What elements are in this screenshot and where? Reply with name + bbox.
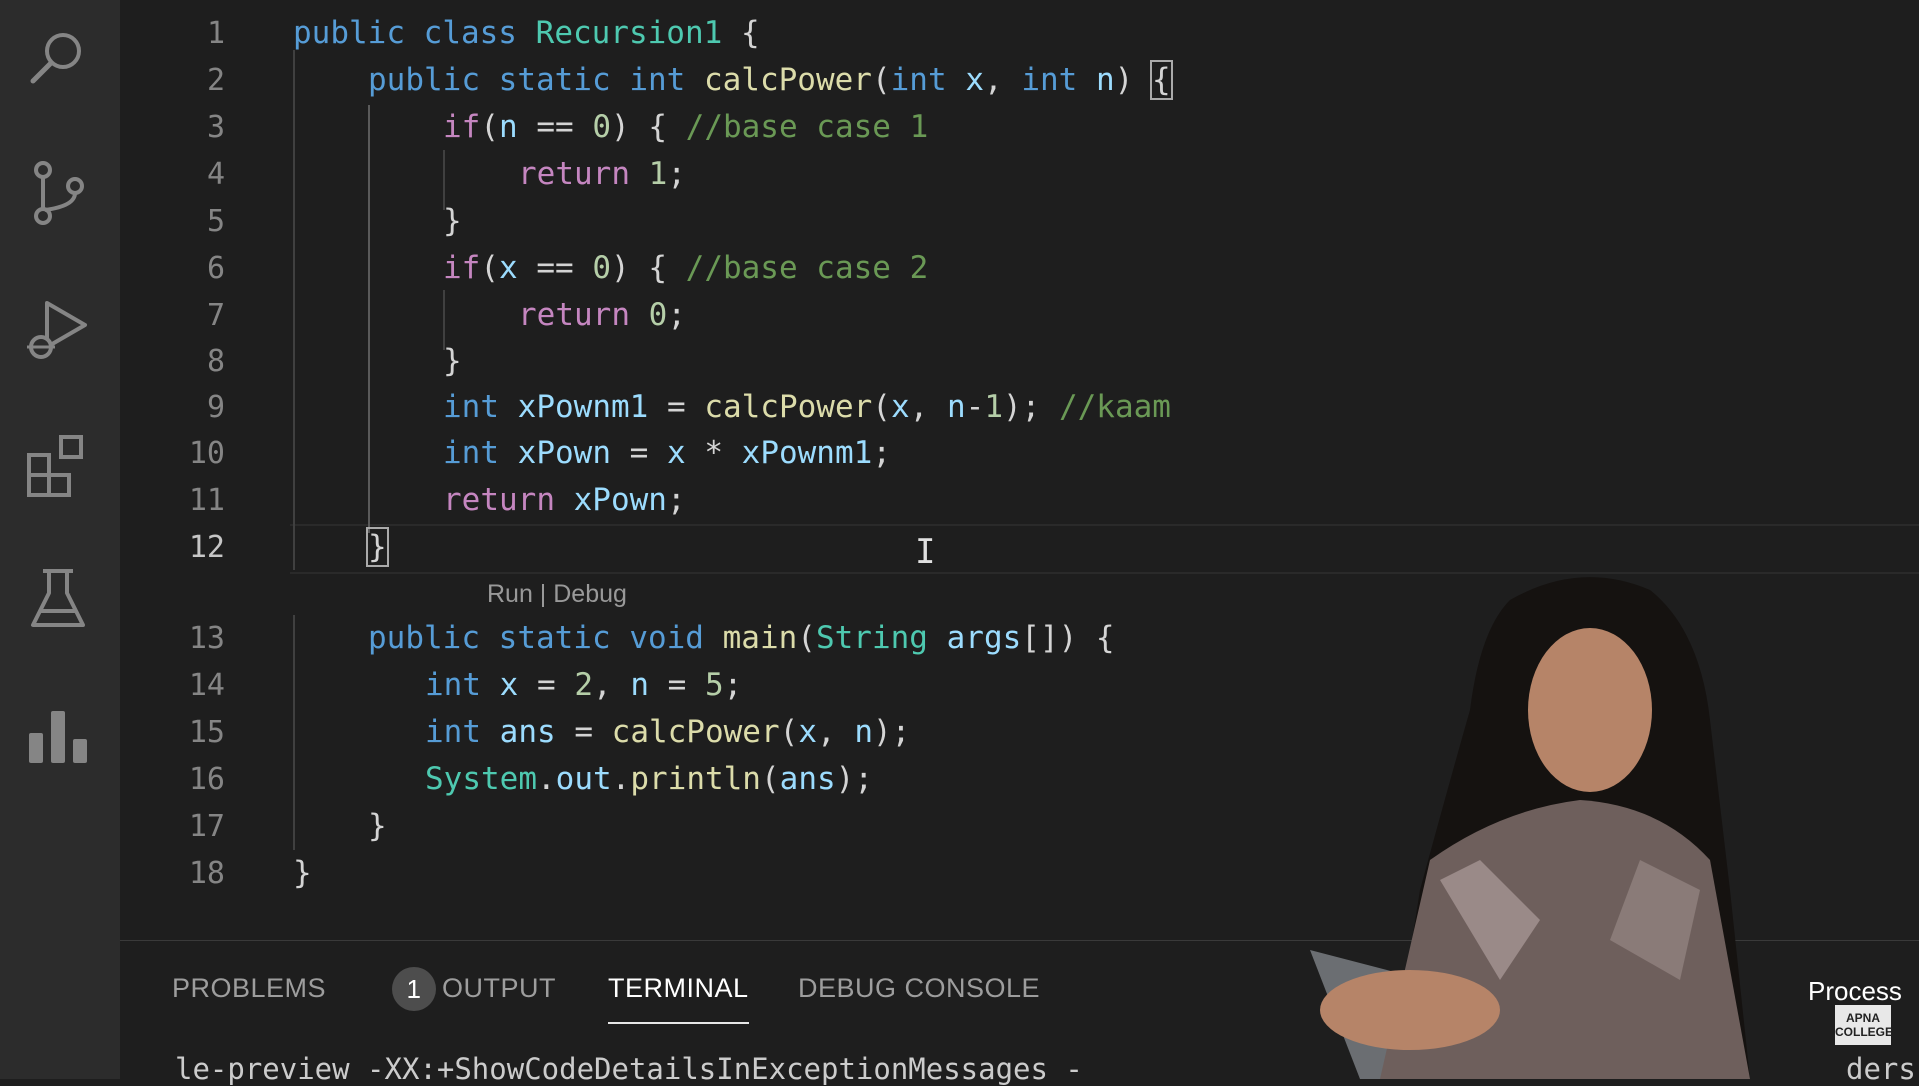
code-line: 2 public static int calcPower(int x, int…: [120, 57, 1919, 103]
code-line: 1 public class Recursion1 {: [120, 10, 1919, 56]
line-number: 6: [206, 250, 225, 286]
code-text: int ans = calcPower(x, n);: [425, 714, 911, 750]
code-text: }: [443, 343, 462, 379]
code-text: if(n == 0) { //base case 1: [443, 109, 929, 145]
terminal-process-label[interactable]: Process: [1808, 976, 1902, 1007]
text-cursor-icon: I: [915, 532, 936, 572]
bracket-match: {: [1150, 60, 1173, 100]
terminal-output[interactable]: le-preview -XX:+ShowCodeDetailsInExcepti…: [175, 1052, 1083, 1086]
line-number: 8: [206, 343, 225, 379]
code-text: int x = 2, n = 5;: [425, 667, 743, 703]
code-text: }: [368, 808, 387, 844]
code-line: 9 int xPownm1 = calcPower(x, n-1); //kaa…: [120, 384, 1919, 430]
channel-watermark-logo: APNA COLLEGE: [1835, 1005, 1893, 1045]
code-line: 4 return 1;: [120, 151, 1919, 197]
code-text: int xPown = x * xPownm1;: [443, 435, 891, 471]
line-number: 16: [188, 761, 225, 797]
code-line: 11 return xPown;: [120, 477, 1919, 523]
line-number: 18: [188, 855, 225, 891]
source-control-icon[interactable]: [20, 155, 96, 231]
line-number: 15: [188, 714, 225, 750]
codelens-run-debug[interactable]: Run | Debug: [487, 580, 627, 609]
code-line: 8 }: [120, 338, 1919, 384]
activity-bar: [0, 0, 120, 1079]
line-number: 10: [188, 435, 225, 471]
code-line: 3 if(n == 0) { //base case 1: [120, 104, 1919, 150]
code-text: }: [293, 855, 312, 891]
extensions-icon[interactable]: [20, 428, 96, 504]
tab-problems[interactable]: PROBLEMS 1: [172, 967, 436, 1011]
line-number: 1: [206, 15, 225, 51]
problems-count-badge: 1: [392, 967, 436, 1011]
code-line: 7 return 0;: [120, 292, 1919, 338]
code-line: 10 int xPown = x * xPownm1;: [120, 430, 1919, 476]
line-number: 11: [188, 482, 225, 518]
line-number: 5: [206, 203, 225, 239]
code-text: int xPownm1 = calcPower(x, n-1); //kaam: [443, 389, 1171, 425]
code-text: return 1;: [518, 156, 686, 192]
line-number: 13: [188, 620, 225, 656]
code-text: return xPown;: [443, 482, 686, 518]
code-text: public static void main(String args[]) {: [368, 620, 1115, 656]
code-text: System.out.println(ans);: [425, 761, 873, 797]
tab-debug-console[interactable]: DEBUG CONSOLE: [798, 973, 1040, 1004]
chart-icon[interactable]: [20, 700, 96, 776]
code-text: public static int calcPower(int x, int n…: [368, 60, 1173, 100]
bracket-match: }: [366, 527, 389, 567]
terminal-output-right: ders: [1846, 1052, 1916, 1086]
code-text: if(x == 0) { //base case 2: [443, 250, 929, 286]
line-number: 17: [188, 808, 225, 844]
code-text: }: [366, 527, 389, 567]
line-number: 9: [206, 389, 225, 425]
search-icon[interactable]: [20, 20, 96, 96]
line-number: 2: [206, 62, 225, 98]
code-text: }: [443, 203, 462, 239]
code-line: 6 if(x == 0) { //base case 2: [120, 245, 1919, 291]
line-number: 4: [206, 156, 225, 192]
code-text: public class Recursion1 {: [293, 15, 760, 51]
line-number: 12: [188, 529, 225, 565]
line-number: 14: [188, 667, 225, 703]
tab-output[interactable]: OUTPUT: [442, 973, 556, 1004]
line-number: 7: [206, 297, 225, 333]
tab-terminal[interactable]: TERMINAL: [608, 973, 749, 1024]
line-number: 3: [206, 109, 225, 145]
code-line: 5 }: [120, 198, 1919, 244]
run-debug-icon[interactable]: [20, 292, 96, 368]
code-text: return 0;: [518, 297, 686, 333]
testing-icon[interactable]: [20, 562, 96, 638]
